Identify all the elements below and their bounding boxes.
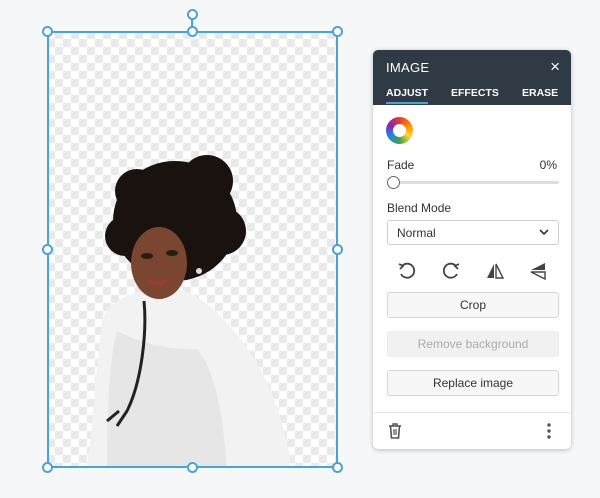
flip-vertical-icon[interactable] <box>527 260 549 282</box>
trash-icon[interactable] <box>387 422 403 440</box>
resize-handle-bottom-right[interactable] <box>332 462 343 473</box>
rotate-right-icon[interactable] <box>440 260 462 282</box>
flip-horizontal-icon[interactable] <box>484 260 506 282</box>
remove-background-button: Remove background <box>387 331 559 357</box>
fade-slider-thumb[interactable] <box>387 176 400 189</box>
image-settings-panel: IMAGE × ADJUST EFFECTS ERASE Fade 0% Ble… <box>373 50 571 449</box>
image-canvas[interactable] <box>47 31 338 468</box>
resize-handle-right[interactable] <box>332 244 343 255</box>
panel-footer-divider <box>373 412 571 413</box>
resize-handle-bottom-left[interactable] <box>42 462 53 473</box>
close-icon[interactable]: × <box>550 58 560 75</box>
resize-handle-bottom[interactable] <box>187 462 198 473</box>
chevron-down-icon <box>539 229 549 236</box>
resize-handle-top[interactable] <box>187 26 198 37</box>
rotate-handle[interactable] <box>187 9 198 20</box>
panel-title: IMAGE <box>386 60 430 75</box>
portrait-image <box>87 155 292 468</box>
more-icon[interactable] <box>543 422 555 440</box>
resize-handle-top-right[interactable] <box>332 26 343 37</box>
resize-handle-left[interactable] <box>42 244 53 255</box>
fade-value: 0% <box>539 158 557 172</box>
blend-mode-select[interactable]: Normal <box>387 220 559 245</box>
panel-header: IMAGE × ADJUST EFFECTS ERASE <box>373 50 571 105</box>
crop-button[interactable]: Crop <box>387 292 559 318</box>
fade-slider-track[interactable] <box>393 181 559 184</box>
tab-erase[interactable]: ERASE <box>522 87 558 99</box>
panel-tabs: ADJUST EFFECTS ERASE <box>373 87 571 105</box>
editor-stage: IMAGE × ADJUST EFFECTS ERASE Fade 0% Ble… <box>0 0 600 498</box>
color-wheel-icon[interactable] <box>386 117 413 144</box>
tab-adjust[interactable]: ADJUST <box>386 87 429 104</box>
replace-image-button[interactable]: Replace image <box>387 370 559 396</box>
blend-mode-label: Blend Mode <box>387 201 452 215</box>
fade-label: Fade <box>387 158 415 172</box>
resize-handle-top-left[interactable] <box>42 26 53 37</box>
blend-mode-value: Normal <box>397 226 436 240</box>
tab-effects[interactable]: EFFECTS <box>451 87 499 99</box>
rotate-left-icon[interactable] <box>396 260 418 282</box>
